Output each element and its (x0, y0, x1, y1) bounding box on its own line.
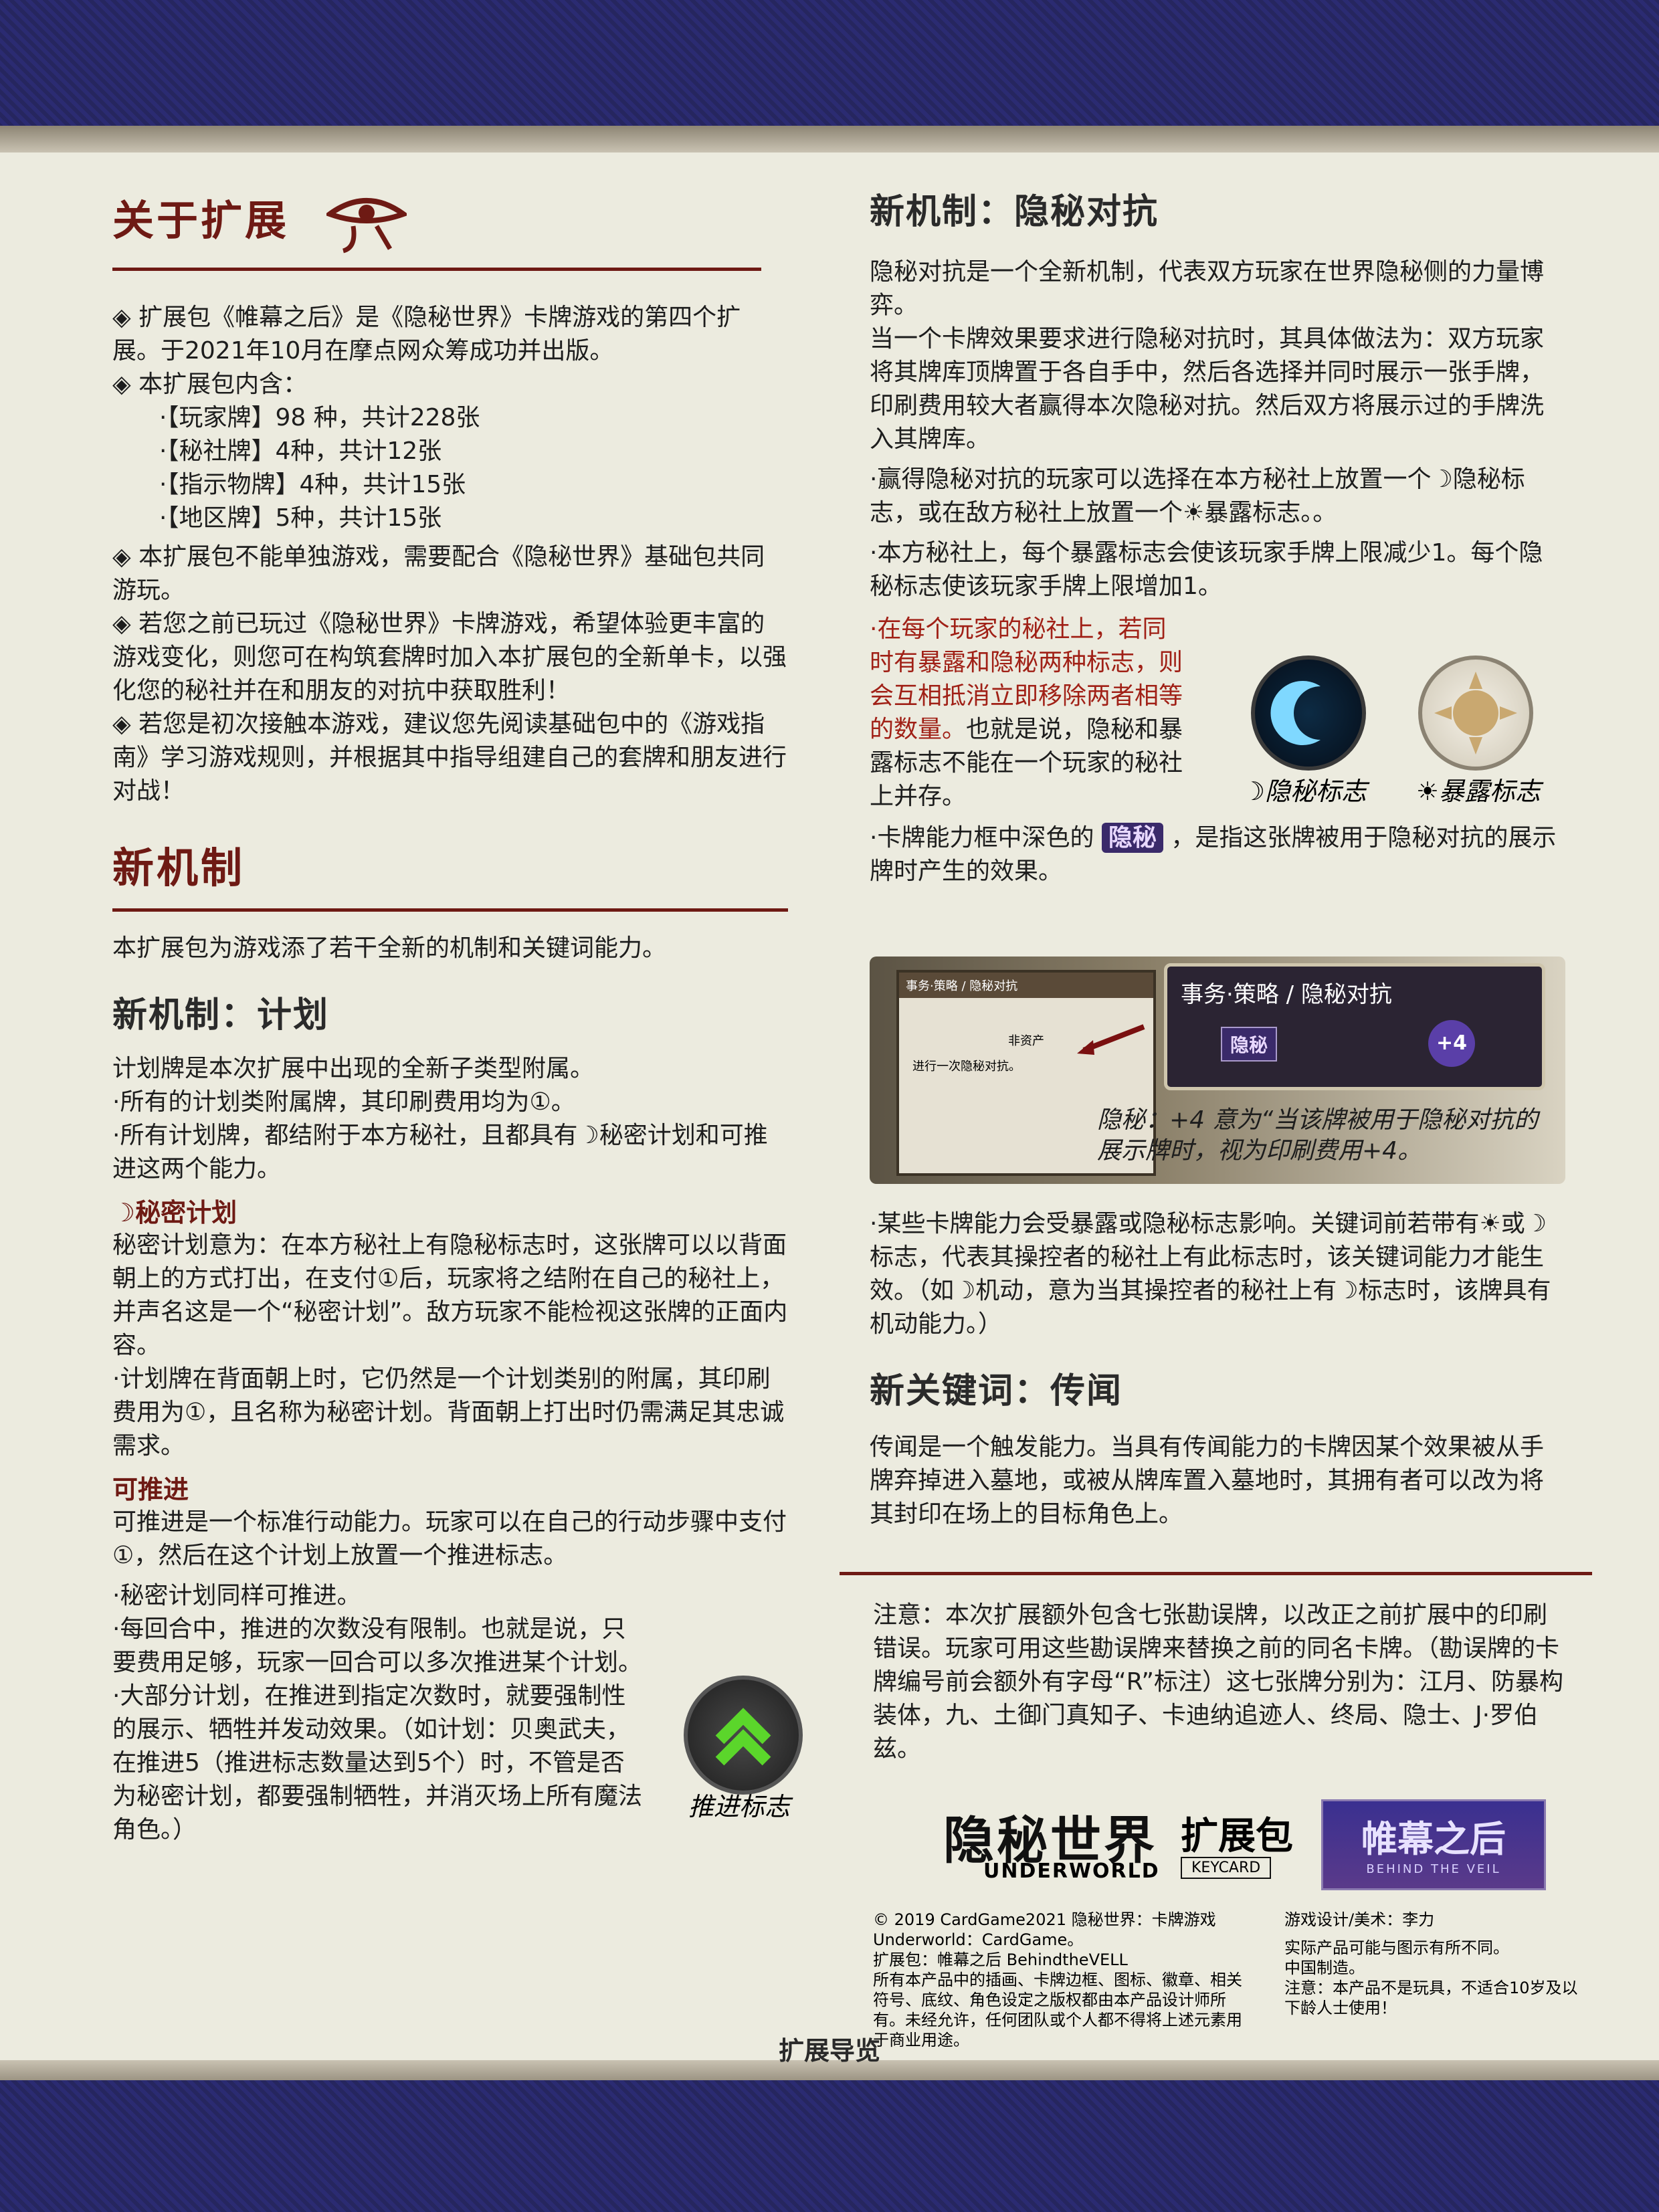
hidden-token-icon (1251, 656, 1366, 771)
plan-p1: 计划牌是本次扩展中出现的全新子类型附属。 (112, 1055, 595, 1082)
legal-line: 中国制造。 (1284, 1958, 1365, 1977)
occult-p7: ·某些卡牌能力会受暴露或隐秘标志影响。关键词前若带有☀或☽ 标志，代表其操控者的… (870, 1210, 1551, 1338)
bottom-border-band (0, 2080, 1659, 2212)
occult-title: 新机制：隐秘对抗 (870, 192, 1159, 232)
rumor-p1: 传闻是一个触发能力。当具有传闻能力的卡牌因某个效果被从手牌弃掉进入墓地，或被从牌… (870, 1433, 1545, 1528)
contents-item: ·【秘社牌】4种，共计12张 (159, 437, 442, 465)
behind-the-veil-logo: 帷幕之后 BEHIND THE VEIL (1321, 1799, 1546, 1890)
paper-top-edge (0, 126, 1659, 153)
left-column: 关于扩展 ◈ 扩展包《帷幕之后》是《隐秘世界》卡牌游戏的第四个扩展。于2021年… (112, 194, 788, 1847)
advance-p1: 可推进是一个标准行动能力。玩家可以在自己的行动步骤中支付①，然后在这个计划上放置… (112, 1508, 787, 1569)
contents-item: ·【玩家牌】98 种，共计228张 (159, 404, 480, 431)
card-caption: 隐秘：+4 意为“当该牌被用于隐秘对抗的展示牌时，视为印刷费用+4。 (1097, 1106, 1539, 1165)
exposed-token-label: ☀暴露标志 (1416, 777, 1541, 806)
expansion-logo-sub: KEYCARD (1181, 1857, 1272, 1879)
advance-p3: ·每回合中，推进的次数没有限制。也就是说，只要费用足够，玩家一回合可以多次推进某… (112, 1615, 643, 1676)
about-p1: ◈ 扩展包《帷幕之后》是《隐秘世界》卡牌游戏的第四个扩展。于2021年10月在摩… (112, 304, 741, 365)
card-small-head: 事务·策略 / 隐秘对抗 (899, 973, 1153, 998)
right-column-lower: ·某些卡牌能力会受暴露或隐秘标志影响。关键词前若带有☀或☽ 标志，代表其操控者的… (870, 1207, 1559, 1531)
legal-line: © 2019 CardGame2021 隐秘世界：卡牌游戏 (873, 1910, 1216, 1929)
legal-line: 所有本产品中的插画、卡牌边框、图标、徽章、相关符号、底纹、角色设定之版权都由本产… (873, 1971, 1242, 2049)
veil-logo-text: 帷幕之后 (1361, 1818, 1506, 1860)
advance-token-icon (684, 1676, 803, 1795)
about-p5: ◈ 若您是初次接触本游戏，建议您先阅读基础包中的《游戏指南》学习游戏规则，并根据… (112, 710, 787, 805)
occult-p3: ·赢得隐秘对抗的玩家可以选择在本方秘社上放置一个☽隐秘标志，或在敌方秘社上放置一… (870, 466, 1525, 526)
secret-plan-p1: 秘密计划意为：在本方秘社上有隐秘标志时，这张牌可以以背面朝上的方式打出，在支付①… (112, 1231, 788, 1359)
mechanics-intro: 本扩展包为游戏添了若干全新的机制和关键词能力。 (112, 934, 667, 962)
about-title: 关于扩展 (112, 196, 290, 245)
about-p3: ◈ 本扩展包不能单独游戏，需要配合《隐秘世界》基础包共同游玩。 (112, 543, 765, 604)
contents-item: ·【地区牌】5种，共计15张 (159, 504, 442, 532)
page-footer: 扩展导览 (778, 2036, 880, 2066)
mechanics-title: 新机制 (112, 843, 246, 892)
eye-of-horus-icon (326, 198, 407, 254)
legal-line: 注意：本产品不是玩具，不适合10岁及以下龄人士使用！ (1284, 1979, 1578, 2017)
secret-plan-title: ☽秘密计划 (112, 1198, 237, 1227)
legal-left: © 2019 CardGame2021 隐秘世界：卡牌游戏 Underworld… (873, 1910, 1248, 2050)
occult-p2: 当一个卡牌效果要求进行隐秘对抗时，其具体做法为：双方玩家将其牌库顶牌置于各自手中… (870, 325, 1545, 453)
about-p2: ◈ 本扩展包内含： (112, 371, 308, 398)
advance-p2: ·秘密计划同样可推进。 (112, 1582, 361, 1609)
plan-p2: ·所有的计划类附属牌，其印刷费用均为①。 (112, 1088, 575, 1116)
exposed-token-icon (1418, 656, 1533, 771)
plan-p3: ·所有计划牌，都结附于本方秘社，且都具有☽秘密计划和可推进这两个能力。 (112, 1122, 768, 1183)
advance-token-label: 推进标志 (688, 1792, 790, 1821)
pointer-arrow-icon (1077, 1024, 1145, 1055)
occult-badge: 隐秘 (1101, 823, 1163, 853)
contents-item: ·【指示物牌】4种，共计15张 (159, 471, 466, 498)
card-plus-badge: +4 (1428, 1020, 1475, 1067)
advance-p4: ·大部分计划，在推进到指定次数时，就要强制性的展示、牺牲并发动效果。（如计划：贝… (112, 1682, 643, 1843)
about-rule (112, 268, 761, 271)
occult-p4: ·本方秘社上，每个暴露标志会使该玩家手牌上限减少1。每个隐秘标志使该玩家手牌上限… (870, 539, 1543, 600)
rumor-title: 新关键词：传闻 (870, 1371, 1123, 1411)
veil-logo-sub: BEHIND THE VEIL (1366, 1862, 1501, 1876)
legal-line: 游戏设计/美术：李力 (1284, 1910, 1435, 1929)
legal-line: 实际产品可能与图示有所不同。 (1284, 1938, 1509, 1957)
underworld-logo-sub: UNDERWORLD (983, 1859, 1160, 1883)
card-head: 事务·策略 / 隐秘对抗 (1181, 981, 1392, 1008)
card-badge: 隐秘 (1221, 1027, 1278, 1062)
occult-p1: 隐秘对抗是一个全新机制，代表双方玩家在世界隐秘侧的力量博弈。 (870, 258, 1545, 319)
legal-line: Underworld：CardGame。 (873, 1930, 1084, 1949)
hidden-token-label: ☽隐秘标志 (1242, 777, 1367, 806)
mechanics-rule (112, 908, 788, 912)
top-border-band (0, 0, 1659, 134)
about-p4: ◈ 若您之前已玩过《隐秘世界》卡牌游戏，希望体验更丰富的游戏变化，则您可在构筑套… (112, 610, 787, 704)
plan-title: 新机制：计划 (112, 995, 330, 1035)
expansion-logo: 扩展包 (1181, 1815, 1293, 1858)
note-rule (840, 1572, 1592, 1575)
advance-title: 可推进 (112, 1475, 189, 1504)
card-example-image: 事务·策略 / 隐秘对抗 非资产 进行一次隐秘对抗。 事务·策略 / 隐秘对抗 … (870, 957, 1565, 1184)
errata-note: 注意：本次扩展额外包含七张勘误牌，以改正之前扩展中的印刷错误。玩家可用这些勘误牌… (873, 1601, 1564, 1763)
legal-right: 游戏设计/美术：李力 实际产品可能与图示有所不同。 中国制造。 注意：本产品不是… (1284, 1910, 1579, 2018)
legal-line: 扩展包：帷幕之后 BehindtheVELL (873, 1950, 1128, 1969)
secret-plan-p2: ·计划牌在背面朝上时，它仍然是一个计划类别的附属，其印刷费用为①，且名称为秘密计… (112, 1365, 785, 1460)
note-block: 注意：本次扩展额外包含七张勘误牌，以改正之前扩展中的印刷错误。玩家可用这些勘误牌… (873, 1599, 1569, 1766)
occult-p6a: ·卡牌能力框中深色的 (870, 824, 1094, 851)
